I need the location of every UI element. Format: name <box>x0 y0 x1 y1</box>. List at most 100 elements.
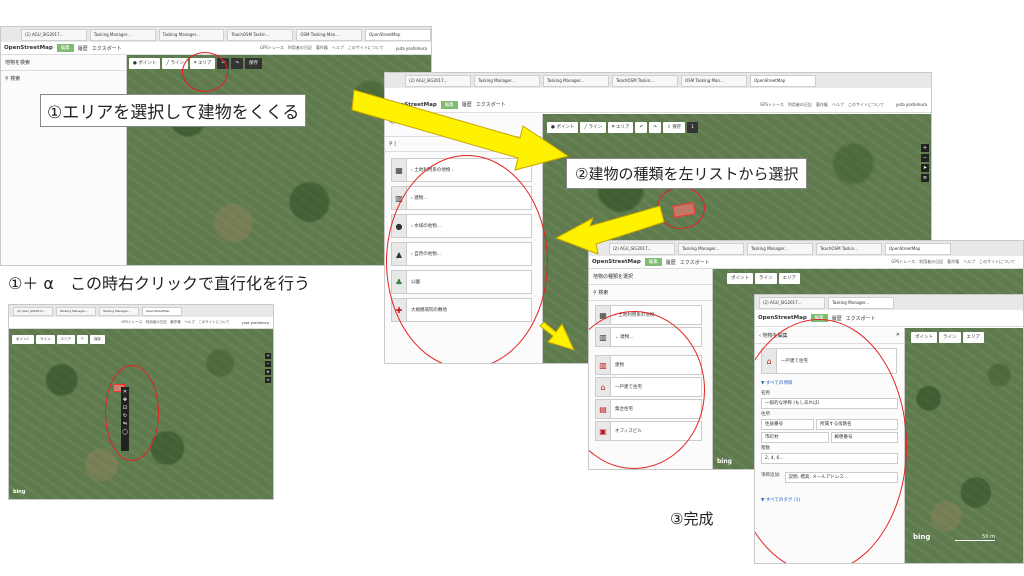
browser-tab[interactable]: Tasking Manager... <box>158 28 225 41</box>
save-button[interactable]: ⇪ 保存 <box>663 122 686 133</box>
nav-links[interactable]: GPSトレース 利用者の日記 著作権 ヘルプ このサイトについて <box>891 259 1023 265</box>
browser-tab-bar: (2) AGU_SIG2017... Tasking Manager... <box>755 295 1023 310</box>
line-button[interactable]: ライン <box>36 335 55 344</box>
osm-logo[interactable]: OpenStreetMap <box>758 315 807 321</box>
export-link[interactable]: エクスポート <box>680 259 710 266</box>
history-link[interactable]: 履歴 <box>78 45 88 52</box>
bing-logo: bing <box>717 458 732 465</box>
close-icon[interactable]: ✕ <box>896 332 900 339</box>
browser-tab-bar: (2) AGU_SIG2017... Tasking Manager... Ta… <box>9 305 273 317</box>
user-menu[interactable]: yuta yoshimura <box>396 46 431 51</box>
locate-icon[interactable]: ➤ <box>265 369 271 375</box>
osm-header: OpenStreetMap 編集 履歴 エクスポート GPSトレース 利用者の日… <box>385 97 931 113</box>
browser-tab[interactable]: OSM Tasking Man... <box>296 28 363 41</box>
browser-tab[interactable]: Tasking Manager... <box>543 74 609 87</box>
point-button[interactable]: ● ポイント <box>129 58 161 69</box>
layers-icon[interactable]: ≡ <box>265 377 271 383</box>
map-controls: + − ➤ ≡ <box>921 144 929 182</box>
user-menu[interactable]: yuta yoshimura <box>242 321 273 325</box>
area-button[interactable]: エリア <box>778 273 800 284</box>
nav-links[interactable]: GPSトレース 利用者の日記 著作権 ヘルプ このサイトについて <box>260 45 392 51</box>
browser-tab[interactable]: TeachOSM Taskin... <box>612 74 678 87</box>
redo-button[interactable]: ↷ <box>649 122 662 133</box>
layers-icon[interactable]: ≡ <box>921 174 929 182</box>
browser-tab-active[interactable]: Tasking Manager... <box>828 296 894 309</box>
area-button[interactable]: ⌗ エリア <box>608 122 634 133</box>
edit-button[interactable]: 編集 <box>440 100 458 109</box>
preset-search-field[interactable]: ⚲ | <box>385 137 542 152</box>
caption-step1: ①エリアを選択して建物をくくる <box>40 94 307 127</box>
area-button[interactable]: エリア <box>962 332 984 343</box>
edit-toolbar: ポイント ライン エリア ↶ 保存 <box>12 335 105 344</box>
locate-icon[interactable]: ➤ <box>921 164 929 172</box>
search-field[interactable]: ⚲ 検索 <box>1 71 126 86</box>
browser-tab[interactable]: Tasking Manager... <box>678 242 744 255</box>
browser-tab[interactable]: TeachOSM Taskin... <box>227 28 294 41</box>
point-button[interactable]: ポイント <box>911 332 937 343</box>
browser-tab-active[interactable]: OpenStreetMap <box>365 28 431 41</box>
browser-tab-bar: (2) AGU_SIG2017... Tasking Manager... Ta… <box>1 27 431 42</box>
line-button[interactable]: ライン <box>939 332 961 343</box>
edit-toolbar: ポイント ライン エリア <box>727 273 800 284</box>
line-button[interactable]: ライン <box>755 273 777 284</box>
sidebar: 地物を検索 ⚲ 検索 <box>1 55 127 265</box>
browser-tab-bar: (2) AGU_SIG2017... Tasking Manager... Ta… <box>589 241 1023 256</box>
undo-button[interactable]: ↶ <box>635 122 648 133</box>
bing-logo: bing <box>13 489 26 495</box>
browser-tab-active[interactable]: OpenStreetMap <box>885 242 951 255</box>
user-menu[interactable]: yuta yoshimura <box>896 102 931 107</box>
screenshot-feature-editor: (2) AGU_SIG2017... Tasking Manager... Op… <box>754 294 1024 564</box>
save-button[interactable]: 保存 <box>89 335 105 344</box>
osm-logo[interactable]: OpenStreetMap <box>592 259 641 265</box>
export-link[interactable]: エクスポート <box>92 45 122 52</box>
nav-links[interactable]: GPSトレース 利用者の日記 著作権 ヘルプ このサイトについて <box>760 102 892 108</box>
browser-tab-active[interactable]: OpenStreetMap <box>142 306 182 316</box>
browser-tab[interactable]: (2) AGU_SIG2017... <box>759 296 825 309</box>
edit-toolbar: ● ポイント ╱ ライン ⌗ エリア ↶ ↷ ⇪ 保存 1 <box>547 122 699 133</box>
browser-tab[interactable]: Tasking Manager... <box>56 306 96 316</box>
browser-tab[interactable]: (2) AGU_SIG2017... <box>609 242 675 255</box>
edit-button[interactable]: 編集 <box>56 44 74 52</box>
undo-button[interactable]: ↶ <box>77 335 88 344</box>
redo-button[interactable]: ↷ <box>231 58 244 69</box>
osm-logo[interactable]: OpenStreetMap <box>4 45 53 51</box>
save-button[interactable]: 保存 <box>245 58 263 69</box>
browser-tab[interactable]: (2) AGU_SIG2017... <box>21 28 87 41</box>
area-button[interactable]: エリア <box>56 335 75 344</box>
history-link[interactable]: 履歴 <box>462 101 472 108</box>
screenshot-step1: (2) AGU_SIG2017... Tasking Manager... Ta… <box>0 26 432 266</box>
browser-tab[interactable]: (2) AGU_SIG2017... <box>405 74 471 87</box>
browser-tab[interactable]: OSM Tasking Man... <box>681 74 747 87</box>
line-button[interactable]: ╱ ライン <box>580 122 606 133</box>
point-button[interactable]: ポイント <box>12 335 34 344</box>
land-use-icon: ▦ <box>392 159 407 181</box>
zoom-out-button[interactable]: − <box>265 361 271 367</box>
edit-button[interactable]: 編集 <box>644 258 662 266</box>
browser-tab[interactable]: Tasking Manager... <box>474 74 540 87</box>
browser-tab[interactable]: TeachOSM Taskin... <box>816 242 882 255</box>
bing-logo: bing <box>913 533 931 541</box>
browser-tab[interactable]: Tasking Manager... <box>89 28 156 41</box>
point-button[interactable]: ポイント <box>727 273 753 284</box>
export-link[interactable]: エクスポート <box>476 101 506 108</box>
preset-search-field[interactable]: ⚲ 検索 <box>589 285 712 301</box>
osm-header: OpenStreetMap 編集 履歴 エクスポート GPSトレース 利用者の日… <box>1 42 431 55</box>
history-link[interactable]: 履歴 <box>666 259 676 266</box>
osm-logo[interactable]: OpenStreetMap <box>388 102 437 108</box>
zoom-in-button[interactable]: + <box>921 144 929 152</box>
zoom-out-button[interactable]: − <box>921 154 929 162</box>
zoom-in-button[interactable]: + <box>265 353 271 359</box>
sidebar-title: 地物を検索 <box>1 55 126 71</box>
browser-tab[interactable]: (2) AGU_SIG2017... <box>13 306 53 316</box>
map-view[interactable]: ポイント ライン エリア bing 50 m <box>905 328 1023 563</box>
export-link[interactable]: エクスポート <box>846 315 876 322</box>
browser-tab[interactable]: Tasking Manager... <box>99 306 139 316</box>
sidebar-title: 地物の種類を選択 <box>589 269 712 285</box>
browser-tab[interactable]: Tasking Manager... <box>747 242 813 255</box>
sidebar-title: 地物の種類を選択 <box>385 114 542 137</box>
nav-links[interactable]: GPSトレース 利用者の日記 著作権 ヘルプ このサイトについて <box>121 320 237 325</box>
browser-tab-active[interactable]: OpenStreetMap <box>750 74 816 87</box>
map-controls: + − ➤ ≡ <box>265 353 271 383</box>
point-button[interactable]: ● ポイント <box>547 122 579 133</box>
highlight-preset-list <box>386 155 548 363</box>
